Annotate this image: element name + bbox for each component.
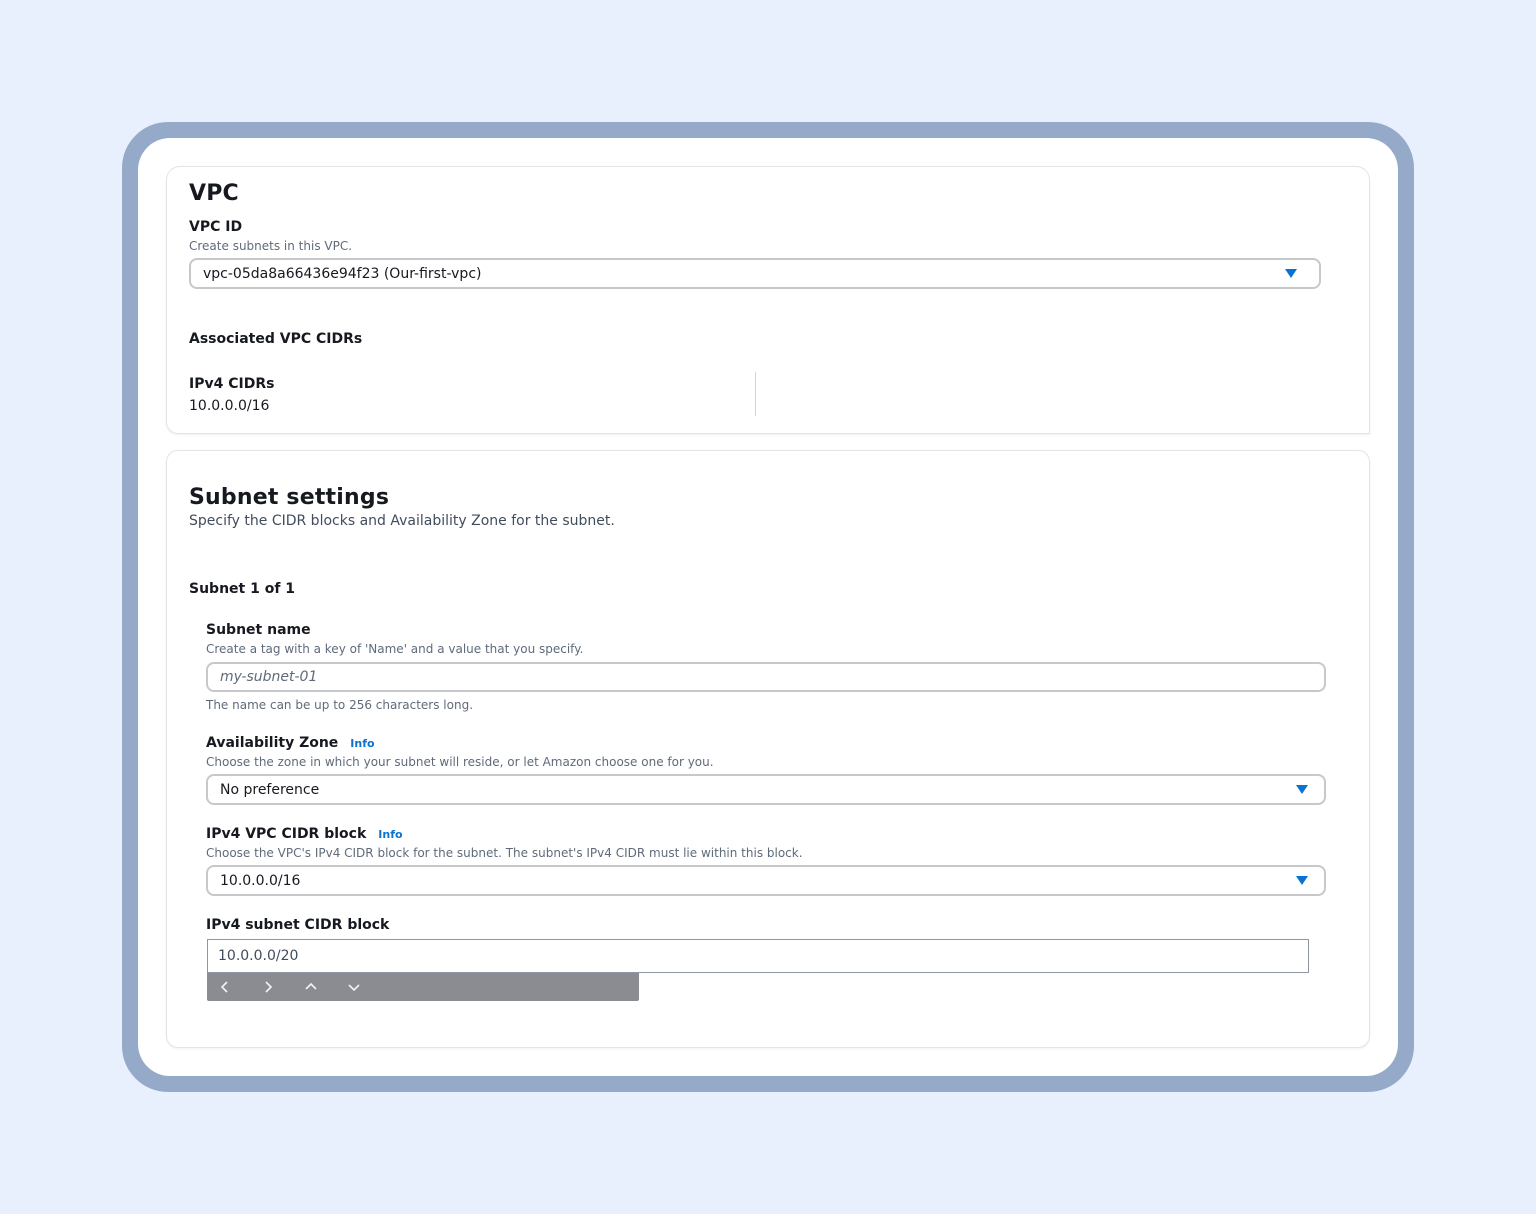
subnet-name-input[interactable]: my-subnet-01 xyxy=(206,662,1326,692)
availability-zone-label: Availability Zone xyxy=(206,735,339,751)
subnet-name-label: Subnet name xyxy=(206,622,311,638)
screen: VPC VPC ID Create subnets in this VPC. v… xyxy=(138,138,1398,1076)
vpc-panel: VPC VPC ID Create subnets in this VPC. v… xyxy=(166,166,1370,434)
availability-zone-select[interactable]: No preference xyxy=(206,774,1326,805)
caret-down-icon xyxy=(1296,785,1308,794)
subnet-cidr-label: IPv4 subnet CIDR block xyxy=(206,917,390,933)
vpc-id-select[interactable]: vpc-05da8a66436e94f23 (Our-first-vpc) xyxy=(189,258,1321,289)
ipv4-cidrs-label: IPv4 CIDRs xyxy=(189,376,275,392)
subnet-name-description: Create a tag with a key of 'Name' and a … xyxy=(206,642,584,656)
subnet-cidr-value: 10.0.0.0/20 xyxy=(218,948,299,964)
caret-down-icon xyxy=(1296,876,1308,885)
availability-zone-value: No preference xyxy=(220,781,320,798)
subnet-cidr-input[interactable]: 10.0.0.0/20 xyxy=(207,939,1309,973)
availability-zone-info-link[interactable]: Info xyxy=(350,737,374,750)
availability-zone-description: Choose the zone in which your subnet wil… xyxy=(206,755,714,769)
subnet-settings-description: Specify the CIDR blocks and Availability… xyxy=(189,513,615,529)
vpc-cidr-label-row: IPv4 VPC CIDR block Info xyxy=(206,826,403,842)
vpc-id-value: vpc-05da8a66436e94f23 (Our-first-vpc) xyxy=(203,265,482,282)
chevron-left-icon[interactable] xyxy=(219,981,262,993)
subnet-settings-panel: Subnet settings Specify the CIDR blocks … xyxy=(166,450,1370,1048)
vpc-id-label: VPC ID xyxy=(189,219,243,235)
associated-cidrs-heading: Associated VPC CIDRs xyxy=(189,331,363,347)
column-divider xyxy=(755,372,756,416)
subnet-name-placeholder: my-subnet-01 xyxy=(220,669,318,685)
subnet-settings-title: Subnet settings xyxy=(189,485,390,510)
chevron-up-icon[interactable] xyxy=(305,981,348,993)
vpc-cidr-info-link[interactable]: Info xyxy=(378,828,402,841)
vpc-cidr-select[interactable]: 10.0.0.0/16 xyxy=(206,865,1326,896)
vpc-cidr-value: 10.0.0.0/16 xyxy=(220,872,301,889)
caret-down-icon xyxy=(1285,269,1297,278)
chevron-down-icon[interactable] xyxy=(348,981,391,993)
vpc-cidr-label: IPv4 VPC CIDR block xyxy=(206,826,367,842)
vpc-cidr-description: Choose the VPC's IPv4 CIDR block for the… xyxy=(206,846,803,860)
availability-zone-label-row: Availability Zone Info xyxy=(206,735,375,751)
cidr-stepper-toolbar xyxy=(207,973,639,1001)
chevron-right-icon[interactable] xyxy=(262,981,305,993)
vpc-id-description: Create subnets in this VPC. xyxy=(189,239,353,253)
vpc-title: VPC xyxy=(189,181,239,206)
ipv4-cidrs-value: 10.0.0.0/16 xyxy=(189,398,270,414)
subnet-name-hint: The name can be up to 256 characters lon… xyxy=(206,698,474,712)
device-frame: VPC VPC ID Create subnets in this VPC. v… xyxy=(122,122,1414,1092)
subnet-count-label: Subnet 1 of 1 xyxy=(189,581,296,597)
